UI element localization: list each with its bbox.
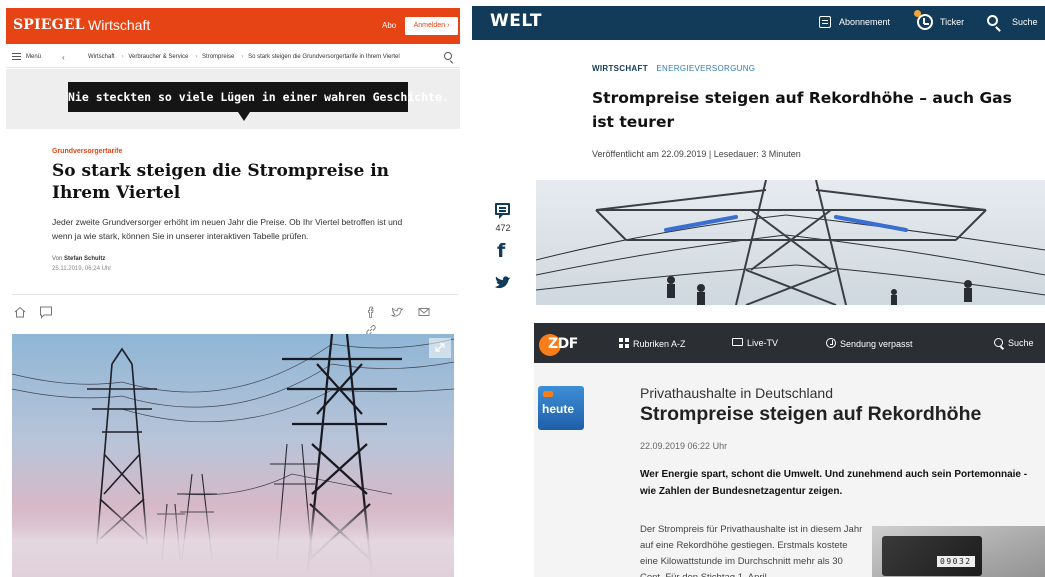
welt-ticker-link[interactable]: Ticker: [940, 17, 964, 27]
heute-logo[interactable]: heute: [538, 386, 584, 430]
breadcrumb-item-strompreise[interactable]: Strompreise: [202, 54, 234, 60]
breadcrumb-item-verbraucher[interactable]: Verbraucher & Service: [128, 54, 188, 60]
zdf-nav-rubriken-label: Rubriken A-Z: [633, 339, 686, 349]
search-icon: [994, 338, 1003, 347]
spiegel-login-button[interactable]: Anmelden ›: [405, 17, 458, 35]
author-name[interactable]: Stefan Schultz: [64, 256, 105, 262]
welt-kicker-section[interactable]: WIRTSCHAFT: [592, 64, 648, 73]
newspaper-icon[interactable]: [819, 16, 831, 28]
zdf-nav-search-label: Suche: [1008, 338, 1034, 348]
zdf-date: 22.09.2019 06:22 Uhr: [640, 441, 728, 451]
breadcrumb-item-wirtschaft[interactable]: Wirtschaft: [88, 54, 115, 60]
menu-icon[interactable]: [12, 53, 21, 60]
spiegel-ad-area: Nie steckten so viele Lügen in einer wah…: [6, 69, 460, 129]
zdf-header: ZDF Rubriken A-Z Live-TV Sendung verpass…: [534, 323, 1045, 363]
zdf-nav-rubriken[interactable]: Rubriken A-Z: [619, 338, 686, 349]
search-icon[interactable]: [444, 52, 452, 60]
zdf-lead: Wer Energie spart, schont die Umwelt. Un…: [640, 469, 1028, 497]
welt-headline: Strompreise steigen auf Rekordhöhe – auc…: [592, 89, 1012, 131]
electricity-meter: 09032: [882, 536, 982, 576]
comment-icon[interactable]: [39, 305, 53, 319]
spiegel-section-name[interactable]: Wirtschaft: [88, 17, 150, 33]
welt-search-link[interactable]: Suche: [1012, 17, 1038, 27]
zdf-article-panel: ZDF Rubriken A-Z Live-TV Sendung verpass…: [534, 323, 1045, 577]
spiegel-teaser: Jeder zweite Grundversorger erhöht im ne…: [52, 217, 403, 241]
spiegel-date: 25.11.2019, 06:24 Uhr: [52, 266, 112, 272]
comment-count[interactable]: 472: [488, 223, 518, 233]
zdf-subtitle: Privathaushalte in Deutschland: [640, 385, 834, 401]
mail-icon[interactable]: [417, 305, 431, 319]
spiegel-kicker: Grundversorgertarife: [52, 148, 123, 155]
welt-kicker-topic[interactable]: ENERGIEVERSORGUNG: [656, 64, 755, 73]
spiegel-article-panel: SPIEGEL Wirtschaft Abo Anmelden › Menü ‹…: [0, 0, 462, 577]
heute-logo-text: heute: [542, 402, 575, 416]
facebook-icon[interactable]: f: [497, 240, 505, 262]
spiegel-actions-left: [13, 303, 61, 321]
spiegel-menu-label[interactable]: Menü: [26, 54, 41, 60]
breadcrumb-item-current: So stark steigen die Grundversorgertarif…: [248, 54, 400, 60]
zdf-logo[interactable]: ZDF: [548, 336, 578, 352]
expand-icon[interactable]: [429, 338, 451, 358]
spiegel-author-line: Von Stefan Schultz: [52, 256, 105, 262]
chevron-left-icon[interactable]: ‹: [62, 53, 65, 62]
author-prefix: Von: [52, 256, 63, 262]
spiegel-login-label: Anmelden: [413, 22, 446, 29]
spiegel-abo-link[interactable]: Abo: [382, 21, 396, 30]
welt-share-sidebar: 472 f: [488, 200, 518, 300]
zdf-nav-sendung-verpasst[interactable]: Sendung verpasst: [826, 338, 913, 349]
spiegel-logo[interactable]: SPIEGEL: [13, 17, 85, 33]
zdf-body-text: Der Strompreis für Privathaushalte ist i…: [640, 524, 863, 577]
grid-icon: [619, 338, 629, 348]
welt-header: WELT Abonnement Ticker Suche: [472, 6, 1045, 40]
tv-icon: [732, 338, 743, 346]
spiegel-header: SPIEGEL Wirtschaft Abo Anmelden ›: [6, 8, 460, 44]
zdf-nav-sendung-label: Sendung verpasst: [840, 339, 913, 349]
clock-icon[interactable]: [917, 14, 933, 30]
breadcrumb: Wirtschaft › Verbraucher & Service › Strom…: [88, 54, 400, 60]
search-icon[interactable]: [987, 15, 998, 26]
electricity-meter-image[interactable]: 09032: [872, 526, 1045, 577]
pylon-workers-image: [536, 180, 1045, 305]
twitter-icon[interactable]: [494, 274, 512, 290]
home-icon[interactable]: [13, 305, 27, 319]
facebook-icon[interactable]: [364, 305, 378, 319]
ad-banner[interactable]: Nie steckten so viele Lügen in einer wah…: [68, 82, 449, 121]
spiegel-headline: So stark steigen die Strompreise in Ihre…: [52, 161, 390, 203]
welt-abo-link[interactable]: Abonnement: [839, 17, 890, 27]
power-pylons-fog-image: [12, 334, 454, 577]
zdf-nav-livetv-label: Live-TV: [747, 338, 779, 348]
spiegel-breadcrumb-bar: Menü ‹ Wirtschaft › Verbraucher & Service…: [6, 48, 460, 68]
welt-article-panel: WELT Abonnement Ticker Suche WIRTSCHAFT …: [472, 0, 1045, 305]
heute-logo-mark: [543, 391, 553, 397]
spiegel-hero-image: [12, 334, 454, 577]
clock-icon: [826, 338, 836, 348]
welt-logo[interactable]: WELT: [490, 11, 542, 31]
zdf-headline: Strompreise steigen auf Rekordhöhe: [640, 403, 982, 425]
twitter-icon[interactable]: [390, 305, 405, 319]
meter-digits: 09032: [937, 556, 975, 567]
comment-icon[interactable]: [495, 203, 510, 219]
divider: [12, 294, 458, 295]
welt-kicker: WIRTSCHAFT ENERGIEVERSORGUNG: [592, 64, 755, 73]
welt-meta: Veröffentlicht am 22.09.2019 | Lesedauer…: [592, 149, 801, 159]
zdf-nav-search[interactable]: Suche: [994, 338, 1034, 348]
welt-hero-image: [536, 180, 1045, 305]
zdf-nav-livetv[interactable]: Live-TV: [732, 338, 778, 348]
